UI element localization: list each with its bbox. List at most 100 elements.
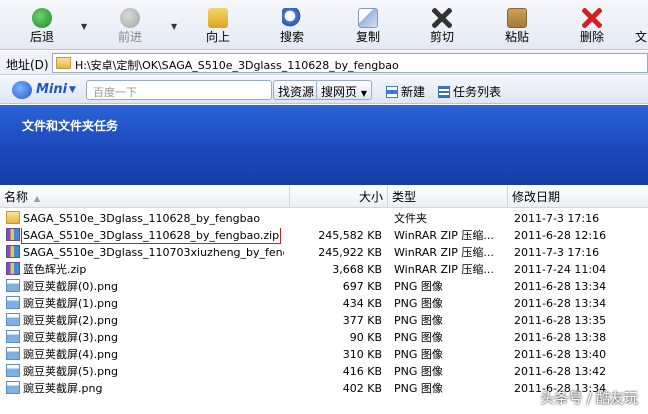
file-name-cell: SAGA_S510e_3Dglass_110703xiuzheng_by_fen…: [6, 245, 284, 261]
toolbar: 后退 ▼ 前进 ▼ 向上 搜索 复制 剪切 粘贴 删除 文: [0, 0, 648, 50]
mini-logo-icon: [12, 81, 32, 99]
list-icon: [438, 86, 450, 98]
search-icon: [282, 8, 302, 28]
task-pane-title[interactable]: 文件和文件夹任务: [22, 117, 118, 134]
new-button[interactable]: 新建: [386, 83, 425, 100]
file-size: 697 KB: [342, 280, 382, 293]
more-toolbar-button[interactable]: 文: [634, 4, 648, 48]
watermark: 头条号 / 酷友玩: [540, 391, 638, 407]
file-date: 2011-6-28 13:34: [514, 297, 607, 310]
file-type: PNG 图像: [394, 382, 443, 395]
column-header: 名称 ▲ 大小 类型 修改日期: [0, 186, 648, 208]
file-row[interactable]: 豌豆荚截屏(4).png 310 KB PNG 图像 2011-6-28 13:40: [0, 346, 648, 363]
file-size: 310 KB: [342, 348, 382, 361]
file-date: 2011-7-3 17:16: [514, 246, 600, 259]
mini-search-input[interactable]: 百度一下: [86, 80, 272, 100]
file-size: 3,668 KB: [332, 263, 382, 276]
file-name-cell: 豌豆荚截屏(4).png: [6, 347, 284, 363]
file-type: WinRAR ZIP 压缩...: [394, 246, 494, 259]
paste-button[interactable]: 粘贴: [497, 4, 537, 48]
file-type: PNG 图像: [394, 365, 443, 378]
file-type: WinRAR ZIP 压缩...: [394, 263, 494, 276]
mini-logo-button[interactable]: Mini ▼: [12, 81, 78, 99]
file-type: WinRAR ZIP 压缩...: [394, 229, 494, 242]
file-date: 2011-6-28 13:35: [514, 314, 607, 327]
file-date: 2011-6-28 12:16: [514, 229, 607, 242]
png-icon: [6, 381, 20, 394]
file-date: 2011-7-3 17:16: [514, 212, 600, 225]
file-row[interactable]: 豌豆荚截屏(3).png 90 KB PNG 图像 2011-6-28 13:38: [0, 329, 648, 346]
file-name-cell: 豌豆荚截屏(0).png: [6, 279, 284, 295]
file-size: 245,582 KB: [318, 229, 382, 242]
search-web-button[interactable]: 搜网页 ▼: [316, 80, 372, 100]
column-date[interactable]: 修改日期: [508, 186, 648, 208]
find-resources-button[interactable]: 找资源: [273, 80, 320, 100]
file-name-cell: 豌豆荚截屏(1).png: [6, 296, 284, 312]
file-row[interactable]: SAGA_S510e_3Dglass_110628_by_fengbao.zip…: [0, 227, 648, 244]
forward-history-dropdown-icon[interactable]: ▼: [171, 22, 179, 31]
zip-icon: [6, 262, 20, 275]
file-row[interactable]: 豌豆荚截屏(1).png 434 KB PNG 图像 2011-6-28 13:34: [0, 295, 648, 312]
column-type[interactable]: 类型: [388, 186, 508, 208]
file-date: 2011-6-28 13:42: [514, 365, 607, 378]
folder-icon: [56, 57, 71, 69]
file-date: 2011-7-24 11:04: [514, 263, 607, 276]
forward-arrow-icon: [120, 8, 140, 28]
chevron-down-icon: ▼: [360, 89, 367, 98]
zip-icon: [6, 228, 20, 241]
file-size: 416 KB: [342, 365, 382, 378]
delete-button[interactable]: 删除: [572, 4, 612, 48]
file-name: SAGA_S510e_3Dglass_110628_by_fengbao: [23, 212, 261, 225]
file-name-cell: 蓝色辉光.zip: [6, 262, 284, 278]
task-pane: 文件和文件夹任务: [0, 105, 648, 185]
file-name: 豌豆荚截屏(0).png: [23, 280, 119, 293]
png-icon: [6, 313, 20, 326]
copy-icon: [358, 8, 378, 28]
file-name: 豌豆荚截屏(4).png: [23, 348, 119, 361]
file-type: PNG 图像: [394, 297, 443, 310]
copy-button[interactable]: 复制: [348, 4, 388, 48]
file-name-cell: 豌豆荚截屏(2).png: [6, 313, 284, 329]
sort-ascending-icon: ▲: [34, 194, 41, 203]
file-row[interactable]: SAGA_S510e_3Dglass_110703xiuzheng_by_fen…: [0, 244, 648, 261]
png-icon: [6, 364, 20, 377]
forward-button[interactable]: 前进: [110, 4, 150, 48]
file-rows: SAGA_S510e_3Dglass_110628_by_fengbao 文件夹 2…: [0, 210, 648, 397]
back-history-dropdown-icon[interactable]: ▼: [81, 22, 89, 31]
file-name-cell: SAGA_S510e_3Dglass_110628_by_fengbao: [6, 211, 284, 227]
file-name: 豌豆荚截屏.png: [23, 382, 103, 395]
file-list: 名称 ▲ 大小 类型 修改日期 SAGA_S510e_3Dglass_110628…: [0, 186, 648, 414]
file-name: SAGA_S510e_3Dglass_110628_by_fengbao.zip: [20, 228, 282, 244]
file-type: PNG 图像: [394, 331, 443, 344]
search-button[interactable]: 搜索: [272, 4, 312, 48]
file-row[interactable]: 豌豆荚截屏(5).png 416 KB PNG 图像 2011-6-28 13:42: [0, 363, 648, 380]
file-date: 2011-6-28 13:34: [514, 280, 607, 293]
address-label: 地址(D): [6, 58, 49, 72]
column-name[interactable]: 名称 ▲: [0, 186, 290, 208]
file-size: 402 KB: [342, 382, 382, 395]
file-name-cell: SAGA_S510e_3Dglass_110628_by_fengbao.zip: [6, 228, 284, 244]
file-row[interactable]: 豌豆荚截屏(2).png 377 KB PNG 图像 2011-6-28 13:35: [0, 312, 648, 329]
column-size[interactable]: 大小: [290, 186, 388, 208]
file-name-cell: 豌豆荚截屏(5).png: [6, 364, 284, 380]
file-row[interactable]: 豌豆荚截屏(0).png 697 KB PNG 图像 2011-6-28 13:34: [0, 278, 648, 295]
address-input[interactable]: H:\安卓\定制\OK\SAGA_S510e_3Dglass_110628_by…: [52, 53, 648, 73]
cut-button[interactable]: 剪切: [422, 4, 462, 48]
file-type: PNG 图像: [394, 314, 443, 327]
task-list-button[interactable]: 任务列表: [438, 83, 501, 100]
png-icon: [6, 296, 20, 309]
address-path: H:\安卓\定制\OK\SAGA_S510e_3Dglass_110628_by…: [75, 59, 399, 72]
file-name: SAGA_S510e_3Dglass_110703xiuzheng_by_fen…: [23, 246, 284, 259]
back-arrow-icon: [32, 8, 52, 28]
file-row[interactable]: 蓝色辉光.zip 3,668 KB WinRAR ZIP 压缩... 2011-7-2…: [0, 261, 648, 278]
back-button[interactable]: 后退: [22, 4, 62, 48]
file-date: 2011-6-28 13:38: [514, 331, 607, 344]
file-row[interactable]: SAGA_S510e_3Dglass_110628_by_fengbao 文件夹 2…: [0, 210, 648, 227]
scissors-icon: [432, 8, 452, 28]
png-icon: [6, 330, 20, 343]
file-size: 245,922 KB: [318, 246, 382, 259]
up-button[interactable]: 向上: [198, 4, 238, 48]
file-size: 377 KB: [342, 314, 382, 327]
zip-icon: [6, 245, 20, 258]
delete-x-icon: [582, 8, 602, 28]
